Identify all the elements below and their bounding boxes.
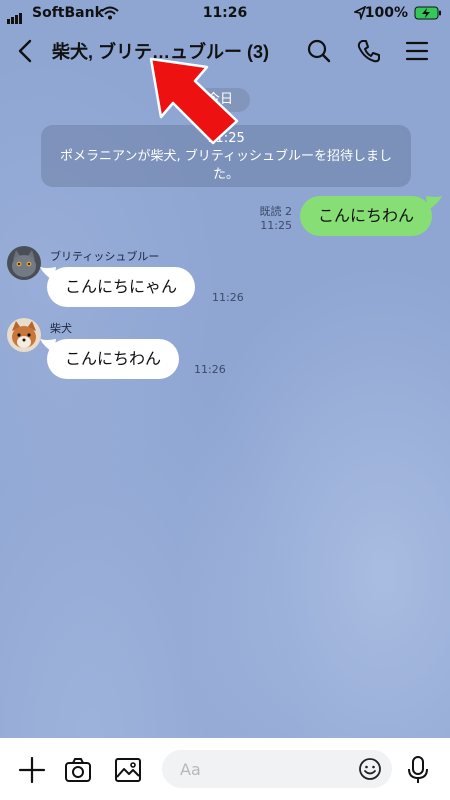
sender-name: 柴犬 xyxy=(50,322,72,335)
annotation-arrow xyxy=(149,57,239,145)
cat-avatar-icon xyxy=(7,246,41,280)
message-input-placeholder: Aa xyxy=(180,760,201,779)
message-bubble-theirs[interactable]: こんにちにゃん xyxy=(47,267,196,307)
sender-name: ブリティッシュブルー xyxy=(50,250,160,263)
message-time: 11:26 xyxy=(194,363,226,376)
search-icon[interactable] xyxy=(306,38,332,64)
smiley-icon[interactable] xyxy=(358,757,382,781)
chevron-left-icon[interactable] xyxy=(14,38,38,64)
message-time: 11:25 xyxy=(260,219,292,232)
message-bubble-mine[interactable]: こんにちわん xyxy=(300,196,433,236)
message-time: 11:26 xyxy=(212,291,244,304)
read-receipt: 既読 2 xyxy=(259,205,293,218)
battery-charging-icon xyxy=(414,6,441,20)
message-input[interactable]: Aa xyxy=(162,750,392,788)
composer-bar: Aa xyxy=(0,738,450,800)
microphone-icon[interactable] xyxy=(406,755,430,785)
avatar-shiba[interactable] xyxy=(7,318,41,352)
dog-avatar-icon xyxy=(7,318,41,352)
avatar-british-blue[interactable] xyxy=(7,246,41,280)
battery-percent: 100% xyxy=(364,5,408,21)
plus-icon[interactable] xyxy=(18,756,46,784)
camera-icon[interactable] xyxy=(64,756,92,784)
phone-icon[interactable] xyxy=(356,38,382,64)
image-icon[interactable] xyxy=(114,756,142,784)
message-meta: 既読 2 11:25 xyxy=(240,205,293,233)
hamburger-menu-icon[interactable] xyxy=(404,38,430,64)
status-bar: SoftBank 11:26 100% xyxy=(0,0,450,26)
message-bubble-theirs[interactable]: こんにちわん xyxy=(47,339,180,379)
